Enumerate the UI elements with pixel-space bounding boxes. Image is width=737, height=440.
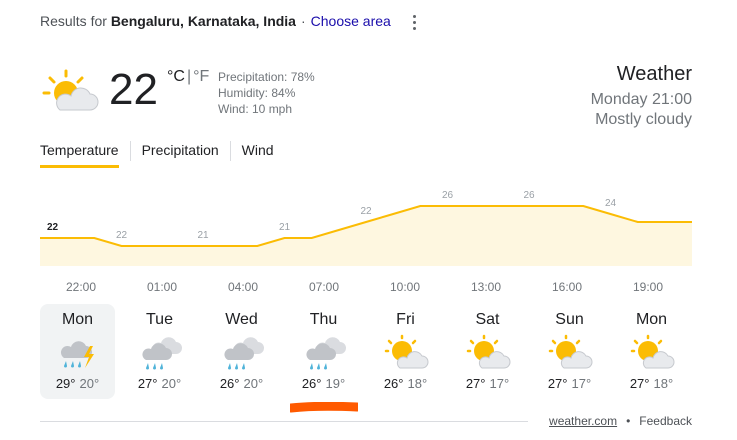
time-label: 07:00	[308, 280, 340, 294]
location-name: Bengaluru, Karnataka, India	[110, 13, 296, 29]
day-low: 18°	[407, 376, 428, 391]
unit-switcher: °C | °F	[167, 68, 209, 86]
day-high: 26°	[219, 376, 240, 391]
day-temps: 27° 17°	[450, 376, 525, 391]
wind-value: Wind: 10 mph	[218, 102, 293, 116]
day-temps: 26° 20°	[204, 376, 279, 391]
current-details: Precipitation: 78% Humidity: 84% Wind: 1…	[218, 69, 315, 117]
day-name: Mon	[61, 311, 94, 328]
tab-temperature[interactable]: Temperature	[40, 141, 130, 168]
time-label: 04:00	[227, 280, 259, 294]
hourly-time-labels: 22:00 01:00 04:00 07:00 10:00 13:00 16:0…	[40, 280, 692, 294]
day-high: 26°	[301, 376, 322, 391]
humidity-value: Humidity: 84%	[218, 86, 296, 100]
footer-bullet: •	[626, 414, 631, 428]
day-card-3[interactable]: Thu 26° 19°	[286, 304, 361, 399]
unit-separator: |	[186, 68, 192, 85]
temperature-data-label: 26	[523, 190, 535, 201]
day-card-5[interactable]: Sat 27° 17°	[450, 304, 525, 399]
weather-condition: Mostly cloudy	[595, 111, 692, 128]
weather-title: Weather	[616, 63, 692, 85]
precipitation-value: Precipitation: 78%	[218, 70, 315, 84]
day-low: 18°	[653, 376, 674, 391]
weather-datetime: Monday 21:00	[590, 91, 692, 108]
time-label: 01:00	[146, 280, 178, 294]
header-separator: ·	[300, 13, 306, 29]
time-label: 19:00	[632, 280, 664, 294]
results-prefix: Results for	[40, 13, 107, 29]
day-name: Wed	[225, 311, 258, 328]
day-low: 20°	[243, 376, 264, 391]
day-card-6[interactable]: Sun 27° 17°	[532, 304, 607, 399]
temperature-chart: 22 22 21 21 22 26 26 24	[40, 190, 692, 266]
day-card-4[interactable]: Fri 26° 18°	[368, 304, 443, 399]
day-card-1[interactable]: Tue 27° 20°	[122, 304, 197, 399]
more-options-icon[interactable]	[406, 12, 422, 32]
day-name: Sun	[555, 311, 584, 328]
day-low: 17°	[489, 376, 510, 391]
temperature-data-label: 21	[197, 230, 209, 241]
footer: weather.com • Feedback	[549, 414, 692, 428]
day-name: Fri	[396, 311, 415, 328]
day-card-2[interactable]: Wed 26° 20°	[204, 304, 279, 399]
day-card-7[interactable]: Mon 27° 18°	[614, 304, 689, 399]
day-high: 27°	[465, 376, 486, 391]
day-low: 20°	[79, 376, 100, 391]
day-low: 17°	[571, 376, 592, 391]
thunderstorm-rain-icon	[60, 341, 94, 368]
feedback-link[interactable]: Feedback	[639, 414, 692, 428]
day-temps: 27° 20°	[122, 376, 197, 391]
day-temps: 27° 18°	[614, 376, 689, 391]
weather-summary: Monday 21:00 Mostly cloudy	[591, 90, 692, 130]
temperature-data-label: 22	[116, 230, 128, 241]
day-name: Mon	[635, 311, 668, 328]
partly-cloudy-icon	[548, 334, 592, 369]
temperature-data-label: 22	[360, 206, 372, 217]
results-for-line: Results for Bengaluru, Karnataka, India ·…	[40, 13, 391, 29]
temperature-data-label: 21	[279, 222, 291, 233]
temperature-data-label: 22	[47, 222, 59, 233]
footer-divider	[40, 421, 528, 422]
day-low: 19°	[325, 376, 346, 391]
weather-tabs: Temperature Precipitation Wind	[40, 141, 285, 168]
day-high: 27°	[629, 376, 650, 391]
day-high: 27°	[137, 376, 158, 391]
day-name: Sat	[475, 311, 500, 328]
tab-precipitation[interactable]: Precipitation	[129, 141, 230, 161]
rain-cloud-icon	[223, 337, 264, 370]
day-temps: 27° 17°	[532, 376, 607, 391]
celsius-unit[interactable]: °C	[167, 68, 185, 85]
day-card-0[interactable]: Mon 29° 20°	[40, 304, 115, 399]
annotation-underline	[290, 402, 358, 413]
day-name: Tue	[146, 311, 173, 328]
day-high: 29°	[55, 376, 76, 391]
time-label: 22:00	[65, 280, 97, 294]
temperature-data-label: 24	[605, 198, 617, 209]
time-label: 10:00	[389, 280, 421, 294]
temperature-data-label: 26	[442, 190, 454, 201]
partly-cloudy-icon	[630, 334, 674, 369]
time-label: 13:00	[470, 280, 502, 294]
partly-cloudy-icon	[42, 69, 99, 111]
day-temps: 26° 19°	[286, 376, 361, 391]
day-temps: 26° 18°	[368, 376, 443, 391]
rain-cloud-icon	[305, 337, 346, 370]
time-label: 16:00	[551, 280, 583, 294]
partly-cloudy-icon	[466, 334, 510, 369]
partly-cloudy-icon	[384, 334, 428, 369]
fahrenheit-unit[interactable]: °F	[193, 68, 209, 85]
rain-cloud-icon	[141, 337, 182, 370]
tab-wind[interactable]: Wind	[229, 141, 285, 161]
day-high: 26°	[383, 376, 404, 391]
day-high: 27°	[547, 376, 568, 391]
current-temperature: 22	[109, 65, 158, 114]
day-name: Thu	[309, 311, 338, 328]
day-temps: 29° 20°	[40, 376, 115, 391]
daily-forecast: Mon 29° 20° Tue 27° 20° Wed 26° 20° Thu 26° 19° Fri 2…	[40, 304, 696, 399]
source-link[interactable]: weather.com	[549, 414, 617, 428]
choose-area-link[interactable]: Choose area	[311, 13, 391, 29]
day-low: 20°	[161, 376, 182, 391]
